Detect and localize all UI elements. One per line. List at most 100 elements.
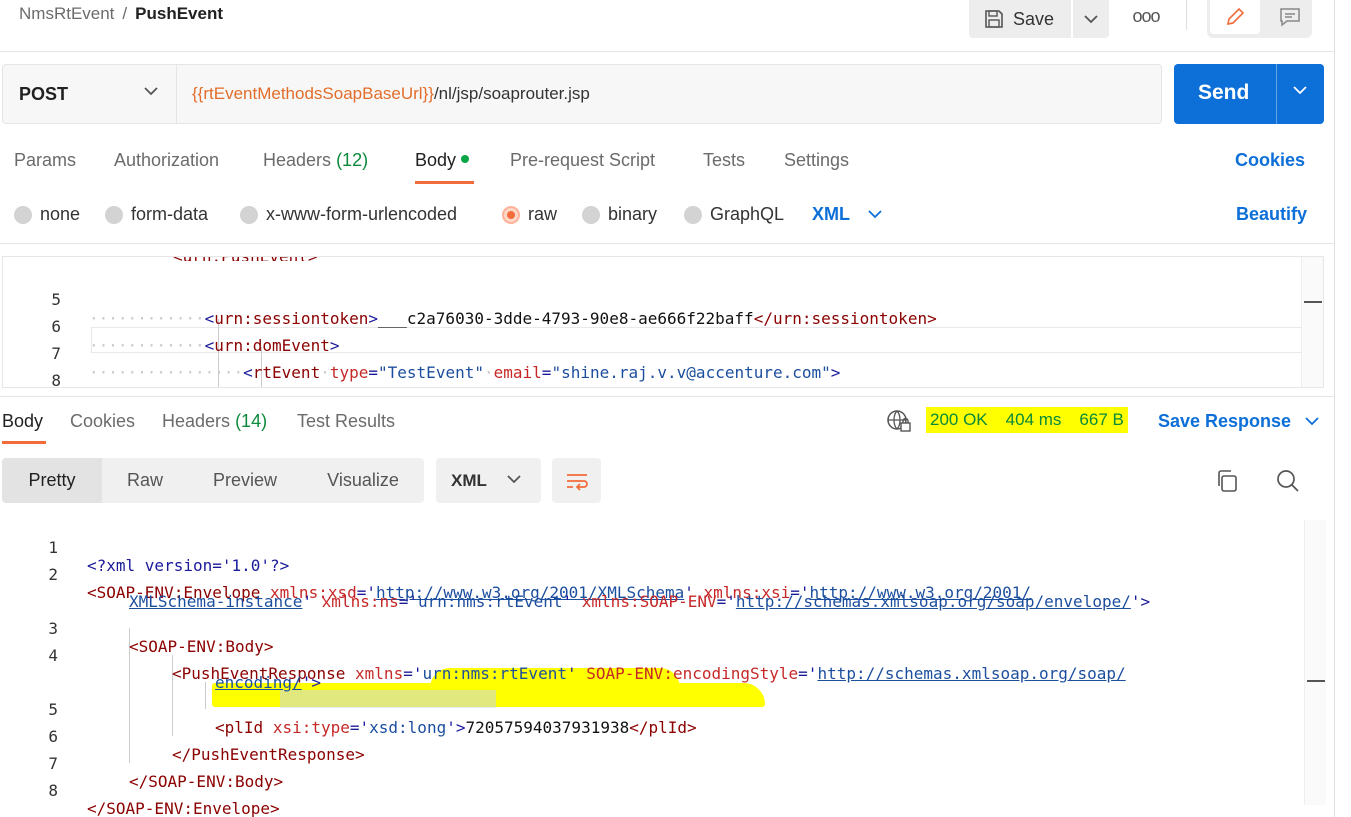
equals: =' [716, 592, 736, 611]
xml-end-tag: </SOAP-ENV:Body> [129, 772, 284, 791]
radio-binary[interactable]: binary [582, 204, 657, 225]
view-preview[interactable]: Preview [188, 458, 302, 503]
side-panel-toggle [1207, 0, 1312, 38]
wrap-lines-button[interactable] [552, 458, 601, 503]
radio-graphql-label: GraphQL [710, 204, 785, 224]
editor-scrollbar[interactable] [1301, 257, 1323, 387]
bracket: > [830, 363, 841, 382]
tab-settings[interactable]: Settings [784, 150, 849, 171]
radio-form-data-label: form-data [131, 204, 209, 224]
breadcrumb-parent[interactable]: NmsRtEvent [19, 4, 114, 23]
tab-body[interactable]: Body [415, 150, 470, 171]
request-body-editor[interactable]: <urn:PushEvent> 5 ············<urn:sessi… [2, 256, 1324, 388]
xml-attribute: xmlns:SOAP-ENV [581, 592, 717, 611]
xml-tag: rtEvent [252, 363, 321, 382]
send-divider [1276, 64, 1277, 124]
radio-raw[interactable]: raw [502, 204, 557, 225]
breadcrumb-current[interactable]: PushEvent [135, 4, 223, 23]
cookies-link[interactable]: Cookies [1235, 150, 1305, 171]
tab-body-label: Body [415, 150, 457, 170]
radio-form-data[interactable]: form-data [105, 204, 208, 225]
chevron-down-icon [507, 475, 521, 484]
response-line: 1 <?xml version='1.0'?> [0, 520, 289, 575]
comments-button[interactable] [1267, 0, 1312, 34]
url-input[interactable]: {{rtEventMethodsSoapBaseUrl}}/nl/jsp/soa… [176, 64, 1162, 124]
response-size[interactable]: 667 B [1079, 410, 1123, 430]
whitespace-dots: ············ [89, 336, 205, 355]
response-tab-test-results[interactable]: Test Results [297, 411, 395, 432]
send-button[interactable]: Send [1174, 64, 1324, 124]
globe-lock-icon[interactable] [886, 409, 912, 433]
tab-authorization[interactable]: Authorization [114, 150, 219, 171]
xml-url[interactable]: http://schemas.xmlsoap.org/soap/ [817, 664, 1125, 683]
chevron-down-icon[interactable] [1293, 86, 1307, 95]
radio-raw-label: raw [528, 204, 558, 224]
response-line: 3 <SOAP-ENV:Body> [0, 601, 273, 656]
xml-url[interactable]: XMLSchema-instance [129, 592, 302, 611]
equals: =' [798, 664, 818, 683]
edit-button[interactable] [1210, 0, 1260, 34]
tab-params[interactable]: Params [14, 150, 76, 171]
xml-attribute: xmlns [355, 664, 404, 683]
language-select[interactable]: XML [812, 204, 882, 225]
xml-url[interactable]: encoding/ [215, 673, 302, 692]
format-label: XML [451, 470, 487, 490]
response-body-viewer[interactable]: 1 <?xml version='1.0'?> 2 <SOAP-ENV:Enve… [0, 520, 1330, 817]
save-button[interactable]: Save [969, 0, 1071, 38]
response-tab-body[interactable]: Body [2, 411, 43, 432]
more-icon: ooo [1132, 5, 1160, 26]
response-line: 6 </PushEventResponse> [0, 709, 364, 764]
view-raw[interactable]: Raw [102, 458, 188, 503]
radio-dot-selected [502, 205, 520, 224]
tab-headers-count: (12) [336, 150, 369, 170]
xml-end-tag: </PushEventResponse> [172, 745, 365, 764]
whitespace-dots: · [483, 363, 494, 382]
breadcrumb: NmsRtEvent / PushEvent [19, 4, 223, 24]
copy-icon[interactable] [1214, 468, 1240, 494]
radio-dot [14, 205, 32, 224]
response-active-tab-indicator [2, 441, 46, 444]
editor-line: 5 ············<urn:sessiontoken>___c2a76… [3, 271, 936, 328]
line-number: 8 [48, 781, 58, 800]
save-response-button[interactable]: Save Response [1158, 411, 1319, 432]
radio-none[interactable]: none [14, 204, 80, 225]
tab-tests[interactable]: Tests [703, 150, 745, 171]
response-scrollbar[interactable] [1304, 520, 1326, 805]
pencil-icon [1226, 7, 1245, 26]
quote-close: '> [446, 718, 466, 737]
xml-value: urn:nms:rtEvent [422, 664, 567, 683]
radio-urlencoded[interactable]: x-www-form-urlencoded [240, 204, 457, 225]
view-visualize[interactable]: Visualize [302, 458, 424, 503]
tab-headers[interactable]: Headers (12) [263, 150, 368, 171]
radio-graphql[interactable]: GraphQL [684, 204, 784, 225]
response-status-bar: 200 OK 404 ms 667 B [926, 407, 1128, 433]
response-time[interactable]: 404 ms [1006, 410, 1062, 430]
search-icon[interactable] [1275, 468, 1301, 494]
view-pretty[interactable]: Pretty [2, 458, 102, 503]
xml-url[interactable]: http://schemas.xmlsoap.org/soap/envelope… [736, 592, 1131, 611]
radio-dot [105, 205, 123, 224]
beautify-link[interactable]: Beautify [1236, 204, 1307, 225]
response-format-select[interactable]: XML [436, 458, 541, 503]
response-line-wrap: XMLSchema-instance' xmlns:ns='urn:nms:rt… [0, 574, 1150, 611]
xml-end-tag: </SOAP-ENV:Envelope> [87, 799, 280, 817]
response-view-toggle: Pretty Raw Preview Visualize [2, 458, 424, 503]
xml-attribute: xsi:type [272, 718, 350, 737]
active-tab-indicator [415, 181, 474, 184]
xml-end-tag: </plId> [629, 718, 697, 737]
pane-divider[interactable] [0, 396, 1334, 397]
chevron-down-icon [868, 210, 882, 219]
xml-value: xsd:long [369, 718, 447, 737]
more-options-button[interactable]: ooo [1130, 6, 1162, 26]
selection-highlight [280, 690, 496, 708]
bracket: > [368, 309, 378, 328]
status-code[interactable]: 200 OK [930, 410, 988, 430]
equals: =' [398, 592, 418, 611]
response-tab-headers[interactable]: Headers (14) [162, 411, 267, 432]
response-tab-cookies[interactable]: Cookies [70, 411, 135, 432]
radio-dot [582, 205, 600, 224]
tab-prerequest-script[interactable]: Pre-request Script [510, 150, 655, 171]
save-dropdown-button[interactable] [1073, 0, 1109, 38]
method-select[interactable]: POST [2, 64, 176, 124]
chevron-down-icon [144, 87, 158, 96]
